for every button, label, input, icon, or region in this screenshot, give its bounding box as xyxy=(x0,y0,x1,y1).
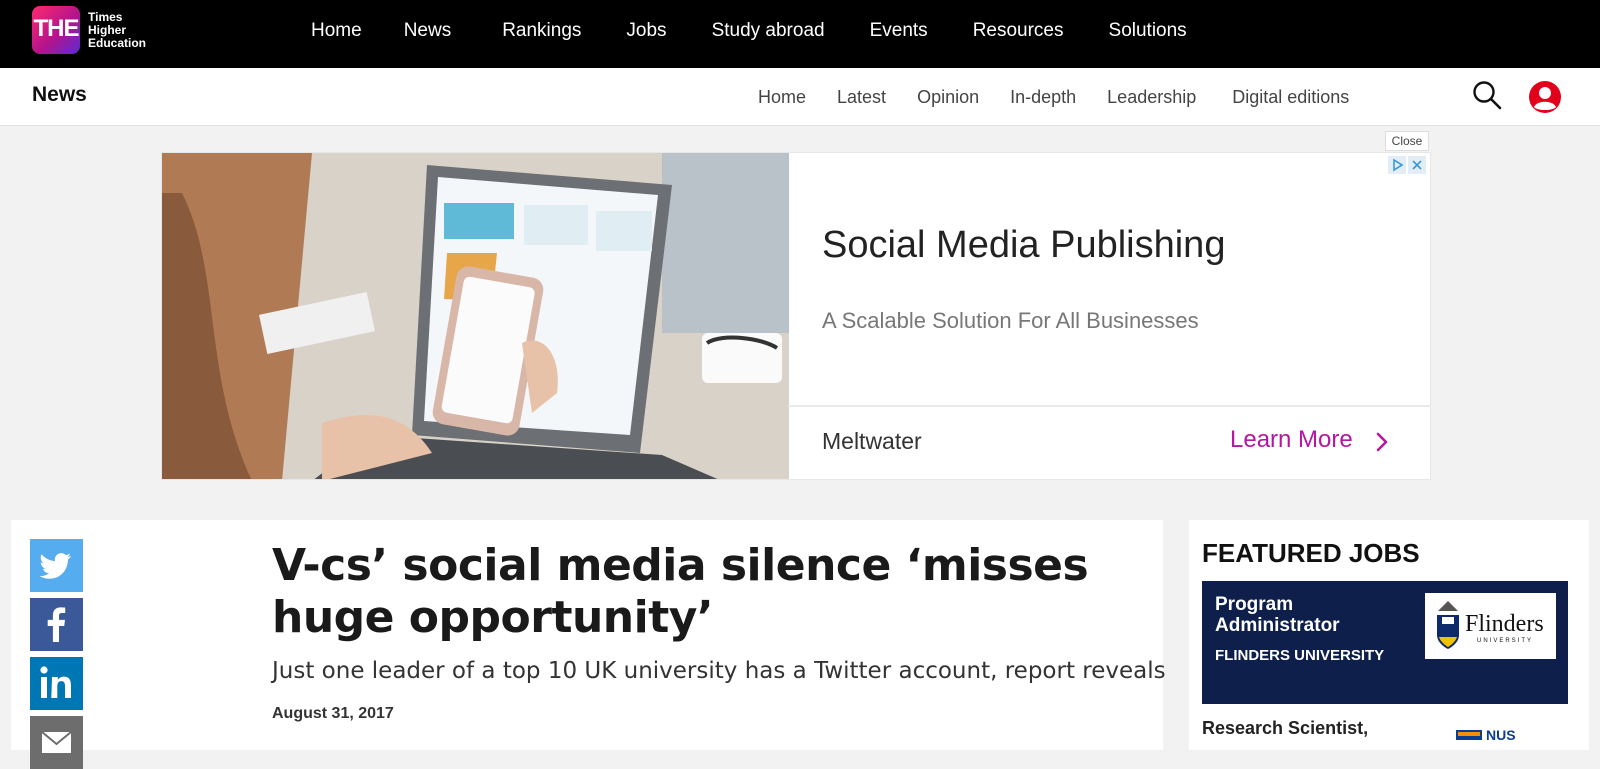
article-date: August 31, 2017 xyxy=(272,705,394,722)
logo-text: THE xyxy=(33,15,80,42)
nav-home[interactable]: Home xyxy=(311,20,362,42)
linkedin-icon[interactable] xyxy=(30,657,83,710)
nav-news[interactable]: News xyxy=(404,20,452,42)
ad-headline[interactable]: Social Media Publishing xyxy=(822,224,1225,267)
nus-logo-text: NUS xyxy=(1486,728,1516,740)
ad-advertiser: Meltwater xyxy=(822,428,922,454)
nav-rankings[interactable]: Rankings xyxy=(502,20,581,42)
ad-learn-more-link[interactable]: Learn More xyxy=(1230,426,1353,454)
section-navigation-bar: News Home Latest Opinion In-depth Leader… xyxy=(0,68,1600,126)
subnav-leadership[interactable]: Leadership xyxy=(1107,87,1196,108)
featured-jobs-title: FEATURED JOBS xyxy=(1202,538,1420,568)
ad-dismiss-icon[interactable] xyxy=(1408,156,1426,174)
section-title[interactable]: News xyxy=(32,83,87,107)
flinders-logo-subtext: UNIVERSITY xyxy=(1477,638,1533,644)
main-nav: Home News Rankings Jobs Study abroad Eve… xyxy=(296,0,1202,62)
flinders-logo-text: Flinders xyxy=(1465,611,1544,637)
job-title-2[interactable]: Research Scientist, xyxy=(1202,718,1368,739)
flinders-crest-icon: Flinders UNIVERSITY xyxy=(1437,601,1544,649)
brand-name[interactable]: Times Higher Education xyxy=(88,11,146,50)
article-headline: V-cs’ social media silence ‘misses huge … xyxy=(272,540,1089,643)
ad-subtext: A Scalable Solution For All Businesses xyxy=(822,308,1199,333)
subnav-latest[interactable]: Latest xyxy=(837,87,886,108)
subnav-in-depth[interactable]: In-depth xyxy=(1010,87,1076,108)
ad-photo-laptop xyxy=(162,153,789,479)
job-title[interactable]: Program Administrator xyxy=(1215,594,1405,636)
top-navigation-bar: THE Times Higher Education Home News Ran… xyxy=(0,0,1600,68)
ad-close-button[interactable]: Close xyxy=(1385,131,1429,151)
email-icon[interactable] xyxy=(30,716,83,769)
adchoices-icon[interactable] xyxy=(1388,156,1406,174)
nav-jobs[interactable]: Jobs xyxy=(626,20,666,42)
section-nav: Home Latest Opinion In-depth Leadership … xyxy=(758,68,1380,126)
search-icon[interactable] xyxy=(1472,80,1502,110)
nav-events[interactable]: Events xyxy=(870,20,928,42)
flinders-university-logo: Flinders UNIVERSITY xyxy=(1425,593,1556,659)
nav-solutions[interactable]: Solutions xyxy=(1109,20,1187,42)
subnav-digital-editions[interactable]: Digital editions xyxy=(1232,87,1349,108)
ad-photo-illustration xyxy=(162,153,789,479)
user-account-icon[interactable] xyxy=(1528,80,1562,114)
article-standfirst: Just one leader of a top 10 UK universit… xyxy=(272,658,1166,684)
nav-study-abroad[interactable]: Study abroad xyxy=(712,20,825,42)
ad-choices[interactable] xyxy=(1388,156,1426,174)
twitter-icon[interactable] xyxy=(30,539,83,592)
subnav-opinion[interactable]: Opinion xyxy=(917,87,979,108)
chevron-right-icon[interactable] xyxy=(1372,430,1392,454)
brand-name-line3: Education xyxy=(88,36,147,50)
nav-resources[interactable]: Resources xyxy=(973,20,1064,42)
subnav-home[interactable]: Home xyxy=(758,87,806,108)
the-logo[interactable]: THE xyxy=(32,6,80,54)
ad-divider xyxy=(788,405,1430,407)
nus-logo: NUS xyxy=(1456,728,1516,740)
facebook-icon[interactable] xyxy=(30,598,83,651)
job-employer: FLINDERS UNIVERSITY xyxy=(1215,647,1385,664)
